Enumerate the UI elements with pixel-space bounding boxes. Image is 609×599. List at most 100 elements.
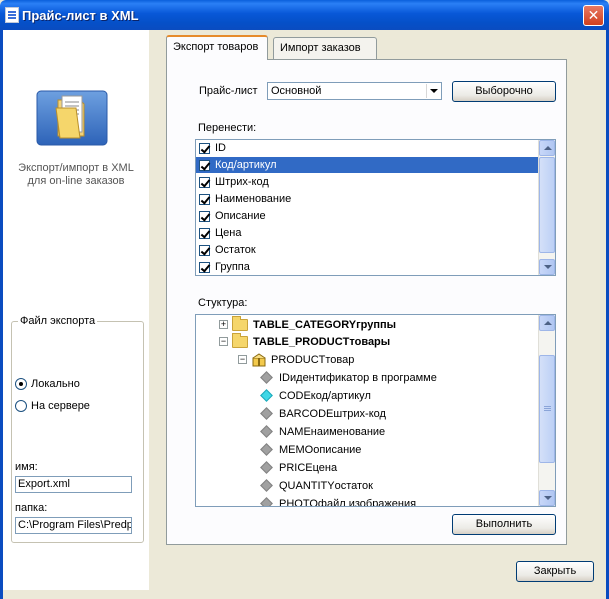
field-diamond-icon — [260, 425, 273, 438]
field-label: Остаток — [215, 244, 256, 256]
field-checkbox[interactable] — [199, 193, 210, 205]
scroll-down-icon[interactable] — [539, 490, 555, 506]
tree-node-table-product[interactable]: − TABLE_PRODUCT товары — [219, 332, 391, 350]
pricelist-select[interactable]: Основной — [267, 82, 442, 100]
scroll-thumb[interactable] — [539, 355, 555, 463]
tree-node-desc: код/артикул — [310, 389, 371, 402]
fields-listbox[interactable]: ID Код/артикул Штрих-код Наименование Оп… — [195, 139, 556, 276]
tree-node-name: PRICE — [279, 461, 313, 474]
title-bar[interactable]: Прайс-лист в XML ✕ — [0, 0, 609, 30]
field-item-barcode[interactable]: Штрих-код — [196, 174, 538, 190]
field-checkbox[interactable] — [199, 176, 210, 188]
close-button[interactable]: Закрыть — [516, 561, 594, 582]
radio-local-button[interactable] — [15, 378, 27, 390]
package-icon — [252, 352, 266, 366]
tab-import-orders[interactable]: Импорт заказов — [273, 37, 377, 59]
collapse-icon[interactable]: − — [219, 337, 228, 346]
tab-export-goods[interactable]: Экспорт товаров — [166, 35, 268, 60]
field-checkbox[interactable] — [199, 227, 210, 239]
side-caption-line1: Экспорт/импорт в XML — [18, 162, 134, 174]
folder-input[interactable]: C:\Program Files\Predpr — [15, 517, 132, 534]
tree-node-name: TABLE_PRODUCT — [253, 335, 350, 348]
scroll-up-icon[interactable] — [539, 315, 555, 331]
expand-icon[interactable]: + — [219, 320, 228, 329]
tree-node-desc: товары — [349, 335, 391, 348]
field-label: Описание — [215, 210, 266, 222]
field-checkbox[interactable] — [199, 159, 210, 171]
structure-label: Стуктура: — [198, 297, 248, 309]
file-name-label: имя: — [15, 461, 38, 473]
export-file-group: Файл экспорта Локально На сервере имя: E… — [11, 315, 144, 543]
tree-node-price[interactable]: PRICE цена — [258, 459, 337, 476]
field-label: Цена — [215, 227, 242, 239]
tree-node-name: ID — [279, 371, 290, 384]
structure-tree[interactable]: + TABLE_CATEGORY группы − TABLE_PRODUCT … — [195, 314, 556, 507]
tree-node-name: QUANTITY — [279, 479, 335, 492]
field-checkbox[interactable] — [199, 261, 210, 273]
field-item-code[interactable]: Код/артикул — [196, 157, 538, 173]
field-checkbox[interactable] — [199, 142, 210, 154]
side-caption-line2: для on-line заказов — [27, 175, 125, 187]
tree-node-table-category[interactable]: + TABLE_CATEGORY группы — [219, 315, 397, 333]
scroll-grip-icon — [544, 406, 551, 407]
chevron-down-icon[interactable] — [426, 84, 440, 98]
field-checkbox[interactable] — [199, 244, 210, 256]
field-label: ID — [215, 142, 226, 154]
tree-node-name: PHOTO — [279, 497, 318, 507]
field-item-group[interactable]: Группа — [196, 259, 538, 275]
folder-document-icon — [36, 90, 108, 146]
tree-node-desc: группы — [356, 318, 397, 331]
tree-node-desc: остаток — [334, 479, 373, 492]
field-item-price[interactable]: Цена — [196, 225, 538, 241]
tree-node-name: MEMO — [279, 443, 314, 456]
field-diamond-icon — [260, 371, 273, 384]
folder-label: папка: — [15, 502, 48, 514]
tree-node-barcode[interactable]: BARCODE штрих-код — [258, 405, 386, 422]
tree-node-name: BARCODE — [279, 407, 334, 420]
key-diamond-icon — [260, 389, 273, 402]
radio-local[interactable]: Локально — [15, 378, 80, 390]
tree-node-quantity[interactable]: QUANTITY остаток — [258, 477, 373, 494]
tree-scrollbar[interactable] — [538, 315, 555, 506]
field-item-name[interactable]: Наименование — [196, 191, 538, 207]
export-file-legend: Файл экспорта — [18, 315, 98, 327]
scroll-down-icon[interactable] — [539, 259, 555, 275]
folder-icon — [232, 315, 248, 331]
pricelist-value: Основной — [271, 85, 322, 97]
tree-node-memo[interactable]: MEMO описание — [258, 441, 361, 458]
radio-server-label: На сервере — [31, 400, 90, 412]
collapse-icon[interactable]: − — [238, 355, 247, 364]
scroll-up-icon[interactable] — [539, 140, 555, 156]
tree-node-desc: файл изображения — [317, 497, 417, 507]
field-item-stock[interactable]: Остаток — [196, 242, 538, 258]
tree-node-name: NAME — [279, 425, 311, 438]
tree-node-photo[interactable]: PHOTO файл изображения — [258, 495, 417, 507]
side-panel: Экспорт/импорт в XML для on-line заказов… — [3, 30, 149, 590]
radio-server-button[interactable] — [15, 400, 27, 412]
scroll-thumb[interactable] — [539, 157, 555, 253]
field-label: Наименование — [215, 193, 292, 205]
radio-server[interactable]: На сервере — [15, 400, 90, 412]
field-diamond-icon — [260, 443, 273, 456]
field-diamond-icon — [260, 479, 273, 492]
selective-button[interactable]: Выборочно — [452, 81, 556, 102]
tree-node-desc: цена — [312, 461, 338, 474]
tree-node-desc: наименование — [310, 425, 386, 438]
field-label: Код/артикул — [215, 159, 277, 171]
field-item-id[interactable]: ID — [196, 140, 538, 156]
dialog-window: Прайс-лист в XML ✕ Экспорт/импорт в XML … — [0, 0, 609, 599]
field-label: Группа — [215, 261, 250, 273]
folder-open-icon — [232, 332, 248, 348]
field-item-description[interactable]: Описание — [196, 208, 538, 224]
file-name-input[interactable]: Export.xml — [15, 476, 132, 493]
tree-node-name-field[interactable]: NAME наименование — [258, 423, 385, 440]
tree-node-product[interactable]: − PRODUCT товар — [238, 351, 354, 368]
close-window-button[interactable]: ✕ — [583, 5, 604, 26]
transfer-label: Перенести: — [198, 122, 257, 134]
fields-scrollbar[interactable] — [538, 140, 555, 275]
run-button[interactable]: Выполнить — [452, 514, 556, 535]
tree-node-name: PRODUCT — [271, 353, 326, 366]
field-checkbox[interactable] — [199, 210, 210, 222]
tree-node-id[interactable]: ID идентификатор в программе — [258, 369, 437, 386]
tree-node-code[interactable]: CODE код/артикул — [258, 387, 371, 404]
